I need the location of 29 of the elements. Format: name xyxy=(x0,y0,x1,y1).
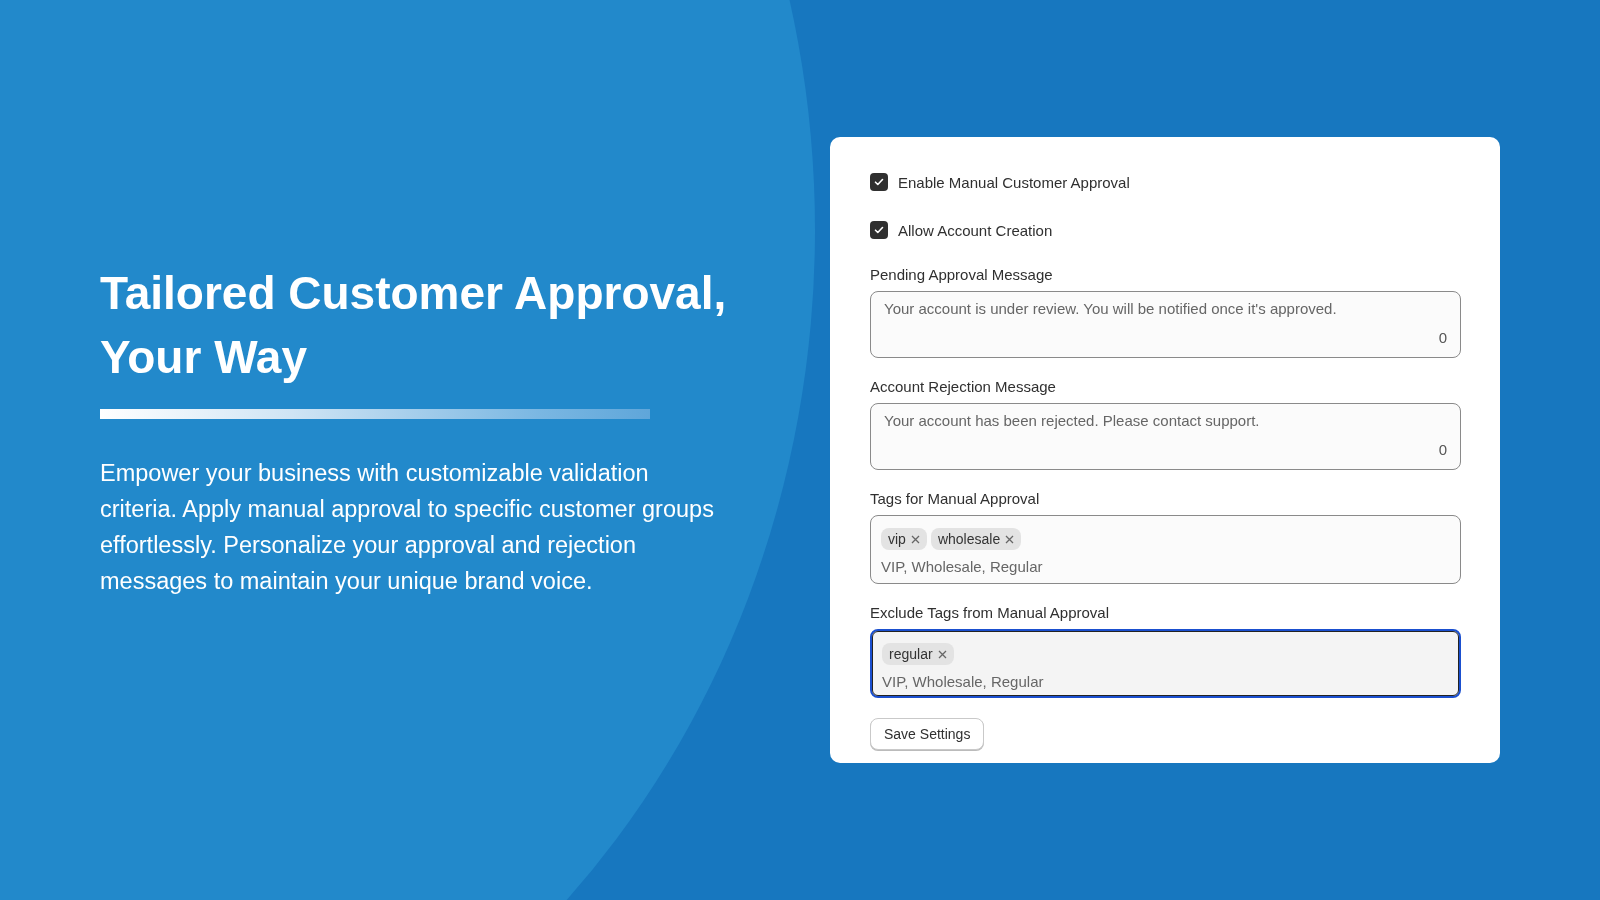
checkbox-label: Allow Account Creation xyxy=(898,221,1053,239)
tag-text: regular xyxy=(889,646,933,662)
field-label: Account Rejection Message xyxy=(870,378,1057,395)
checkbox[interactable] xyxy=(870,173,888,191)
message-field[interactable]: Your account has been rejected. Please contact support. 0 xyxy=(870,403,1461,470)
hero-title: Tailored Customer Approval, Your Way xyxy=(100,266,728,385)
check-icon xyxy=(873,224,885,236)
character-count: 0 xyxy=(1438,329,1447,346)
field-label: Exclude Tags from Manual Approval xyxy=(870,604,1111,621)
tags-field[interactable]: vip wholesale VIP, Wholesale, Regular xyxy=(870,515,1461,584)
checkbox-label: Enable Manual Customer Approval xyxy=(898,173,1130,191)
hero-description: Empower your business with customizable validation criteria. Apply manual approval to specific customer groups effortlessly. Personalize your approval and rejection messages to maintain your unique brand voice. xyxy=(100,459,715,596)
check-icon xyxy=(873,176,885,188)
close-icon[interactable] xyxy=(1005,534,1015,544)
field-label: Tags for Manual Approval xyxy=(870,490,1041,507)
tag-text: wholesale xyxy=(937,531,1001,547)
close-icon[interactable] xyxy=(937,649,947,659)
character-count: 0 xyxy=(1438,441,1447,458)
checkbox[interactable] xyxy=(870,221,888,239)
tags-field[interactable]: regular VIP, Wholesale, Regular xyxy=(870,629,1461,698)
placeholder-text: VIP, Wholesale, Regular xyxy=(881,558,1044,575)
close-icon[interactable] xyxy=(910,534,920,544)
save-button[interactable]: Save Settings xyxy=(870,718,985,750)
message-field[interactable]: Your account is under review. You will be notified once it's approved. 0 xyxy=(870,291,1461,358)
placeholder-text: Your account is under review. You will be notified once it's approved. xyxy=(884,300,1337,317)
placeholder-text: VIP, Wholesale, Regular xyxy=(882,673,1045,690)
placeholder-text: Your account has been rejected. Please contact support. xyxy=(884,412,1260,429)
tag-text: vip xyxy=(888,531,906,547)
field-label: Pending Approval Message xyxy=(870,266,1054,283)
